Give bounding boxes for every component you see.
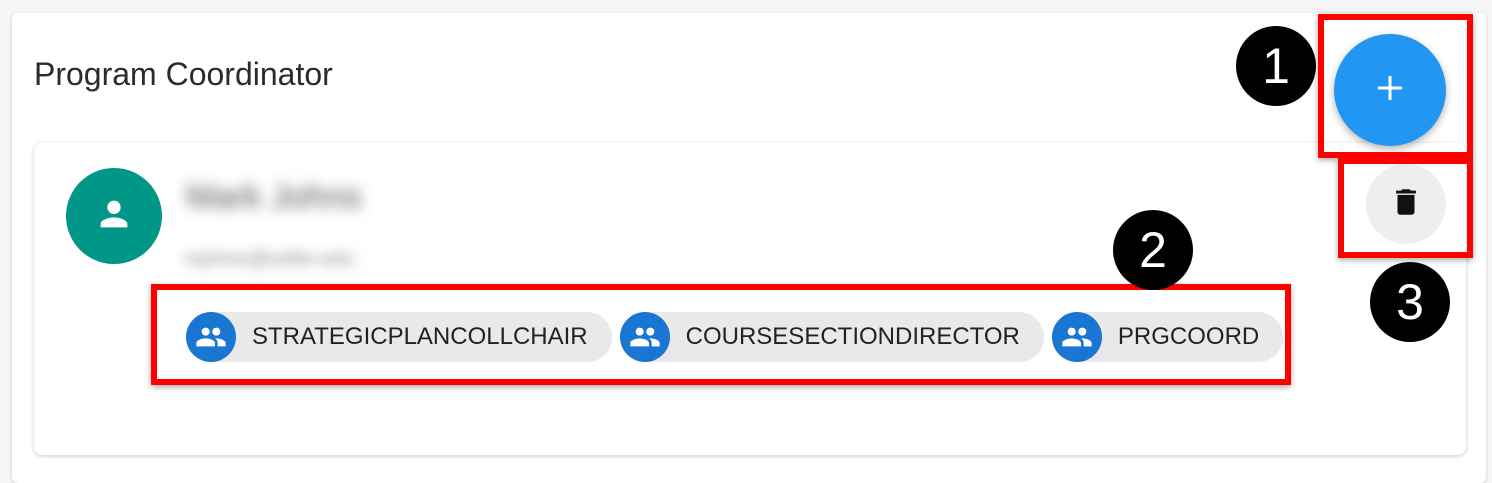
user-name: Mark Johns [186,178,362,216]
annotation-marker-3: 3 [1370,262,1450,342]
highlight-box-roles [151,284,1291,385]
person-icon [94,194,134,239]
annotation-marker-2: 2 [1113,210,1193,290]
highlight-box-delete [1338,158,1473,258]
annotation-marker-1: 1 [1236,26,1316,106]
user-email: mjohns@seller.edu [184,248,355,270]
section-title: Program Coordinator [34,56,333,92]
avatar [66,168,162,264]
highlight-box-add [1318,14,1473,158]
